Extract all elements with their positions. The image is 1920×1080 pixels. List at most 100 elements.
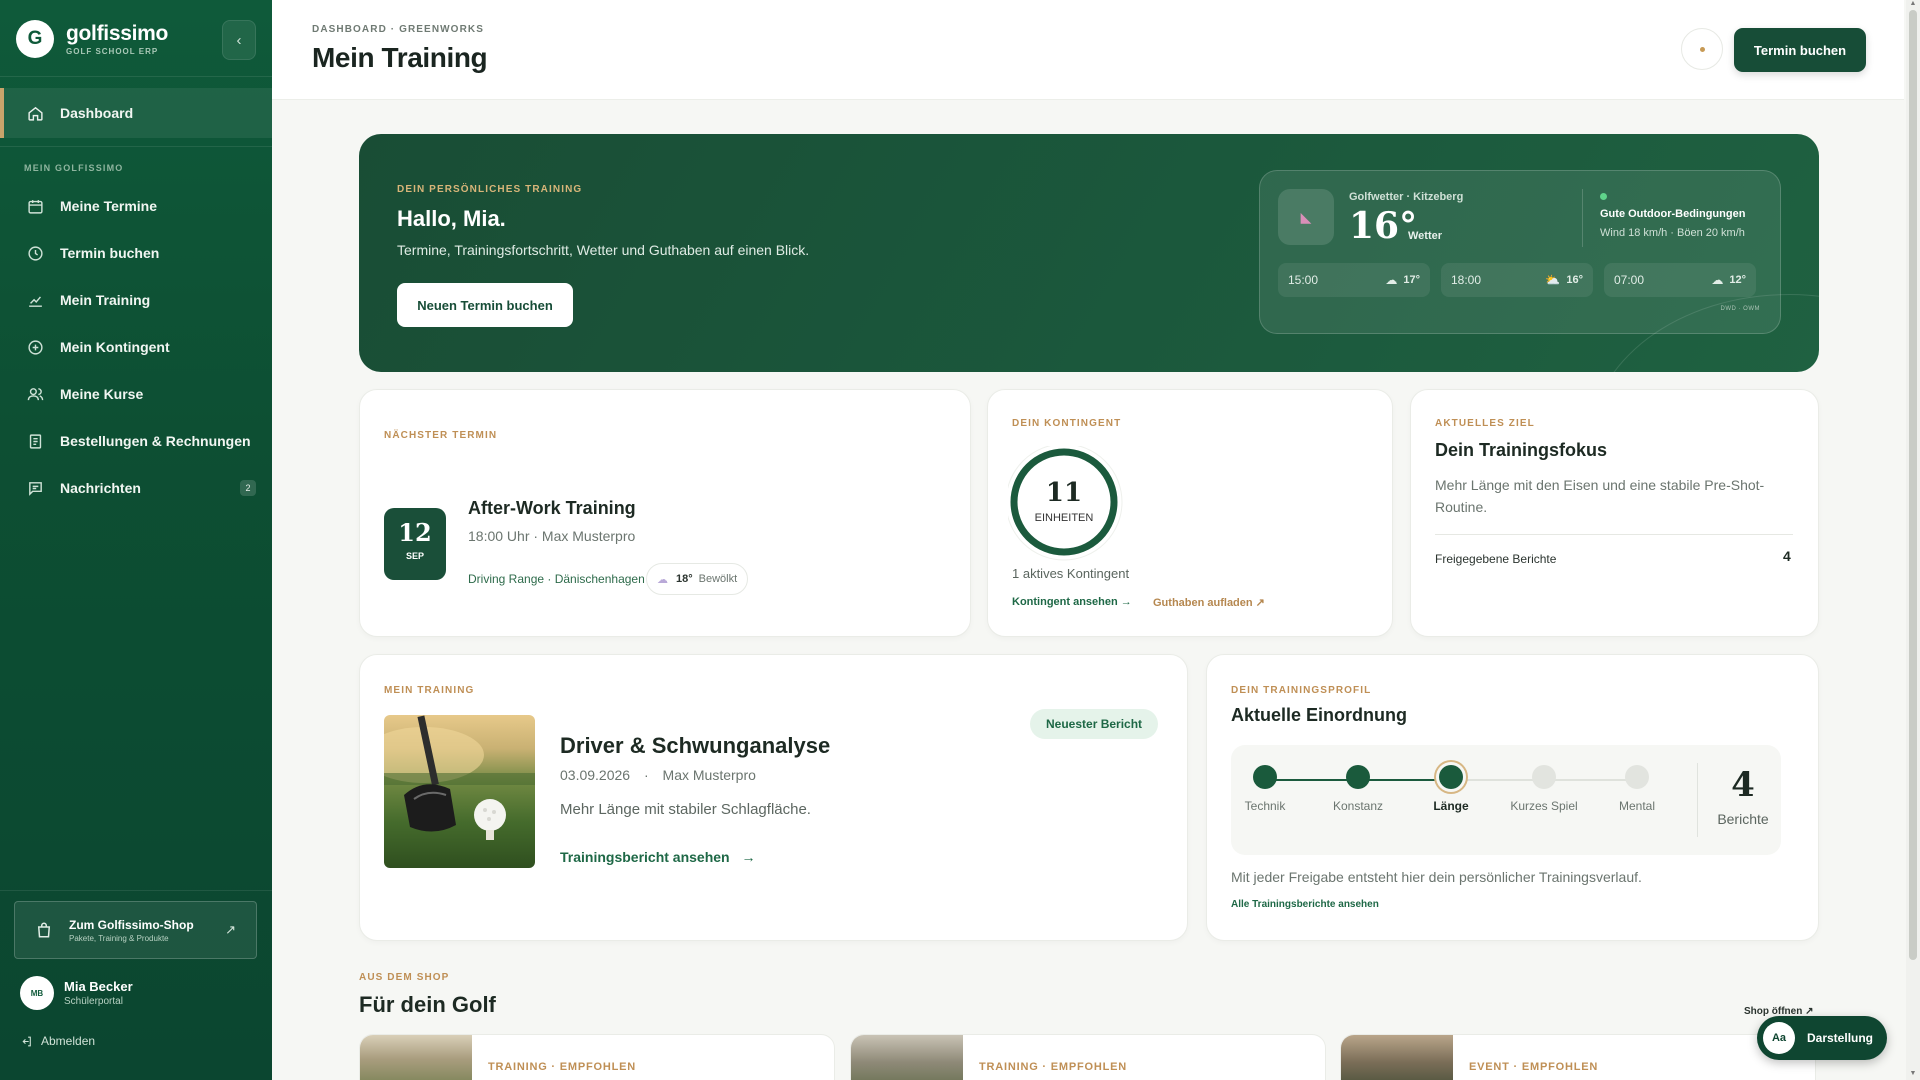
sidebar-item-mein-kontingent[interactable]: Mein Kontingent	[0, 327, 272, 367]
display-settings-button[interactable]: Aa Darstellung	[1757, 1016, 1887, 1060]
sidebar-item-mein-training[interactable]: Mein Training	[0, 280, 272, 320]
step-mental: Mental	[1597, 765, 1677, 813]
sidebar-item-nachrichten[interactable]: Nachrichten 2	[0, 468, 272, 508]
training-meta: 03.09.2026 · Max Musterpro	[560, 767, 756, 783]
book-appointment-button[interactable]: Termin buchen	[1734, 28, 1866, 72]
hero-eyebrow: DEIN PERSÖNLICHES TRAINING	[397, 184, 583, 195]
scrollbar[interactable]: ▲ ▼	[1906, 0, 1920, 1080]
cloud-icon: ☁	[1385, 273, 1398, 287]
user-role: Schülerportal	[64, 996, 123, 1007]
appointment-weather-pill: ☁ 18° Bewölkt	[646, 563, 749, 595]
next-appointment-card[interactable]: NÄCHSTER TERMIN 12 SEP After-Work Traini…	[359, 389, 971, 637]
user-profile[interactable]: MB Mia Becker Schülerportal	[20, 976, 133, 1010]
step-label: Konstanz	[1332, 799, 1384, 813]
cloud-icon: ☁	[657, 573, 668, 586]
newest-report-badge: Neuester Bericht	[1030, 709, 1159, 739]
forecast-temp: 17°	[1403, 274, 1420, 286]
weather-status: Gute Outdoor-Bedingungen	[1600, 208, 1746, 220]
view-contingent-link[interactable]: Kontingent ansehen →	[1012, 596, 1132, 608]
step-label: Kurzes Spiel	[1510, 799, 1578, 813]
sidebar-item-dashboard[interactable]: Dashboard	[0, 88, 272, 138]
product-tag: TRAINING · EMPFOHLEN	[979, 1061, 1127, 1073]
divider	[1697, 763, 1698, 837]
step-label: Technik	[1244, 799, 1286, 813]
active-contingent-text: 1 aktives Kontingent	[1012, 566, 1130, 581]
scrollbar-thumb[interactable]	[1909, 10, 1917, 960]
sidebar-item-meine-kurse[interactable]: Meine Kurse	[0, 374, 272, 414]
sidebar-item-label: Nachrichten	[60, 480, 141, 496]
hero-title: Hallo, Mia.	[397, 206, 506, 231]
sidebar-item-label: Meine Termine	[60, 198, 157, 214]
date-month: SEP	[405, 551, 424, 561]
sidebar-item-label: Mein Training	[60, 292, 151, 308]
nav-section-label: MEIN GOLFISSIMO	[24, 163, 124, 173]
product-image	[851, 1035, 963, 1080]
divider	[0, 146, 272, 147]
training-title: Driver & Schwunganalyse	[560, 733, 831, 758]
divider	[0, 76, 272, 77]
step-dot-icon	[1253, 765, 1277, 789]
weather-temperature: 16°	[1349, 205, 1418, 247]
view-training-report-link[interactable]: Trainingsbericht ansehen →	[560, 849, 756, 865]
step-dot-icon	[1625, 765, 1649, 789]
step-konstanz: Konstanz	[1318, 765, 1398, 813]
new-appointment-button[interactable]: Neuen Termin buchen	[397, 283, 573, 327]
home-icon	[26, 104, 44, 122]
logout-button[interactable]: Abmelden	[20, 1034, 95, 1048]
released-reports-label: Freigegebene Berichte	[1435, 552, 1557, 566]
card-eyebrow: MEIN TRAINING	[384, 685, 475, 696]
weather-widget: ◣ Golfwetter · Kitzeberg 16° Wetter Gute…	[1259, 170, 1781, 334]
brand[interactable]: G golfissimo GOLF SCHOOL ERP	[16, 19, 168, 59]
brand-subtitle: GOLF SCHOOL ERP	[66, 46, 159, 56]
notification-button[interactable]	[1681, 28, 1723, 70]
training-description: Mehr Länge mit stabiler Schlagfläche.	[560, 801, 811, 818]
weather-icon: ◣	[1278, 189, 1334, 245]
forecast-time: 18:00	[1451, 273, 1482, 287]
logout-label: Abmelden	[41, 1034, 96, 1048]
sidebar-item-label: Meine Kurse	[60, 386, 144, 402]
step-label: Mental	[1618, 799, 1656, 813]
card-eyebrow: NÄCHSTER TERMIN	[384, 430, 498, 441]
all-reports-link[interactable]: Alle Trainingsberichte ansehen	[1231, 899, 1379, 910]
shop-title: Für dein Golf	[359, 992, 496, 1017]
golf-club-ball-image	[384, 715, 535, 840]
chevron-left-icon: ‹	[236, 31, 242, 49]
appointment-weather-temp: 18°	[676, 573, 693, 585]
forecast-temp: 16°	[1566, 274, 1583, 286]
training-profile-card: DEIN TRAININGSPROFIL Aktuelle Einordnung…	[1206, 654, 1819, 941]
product-card[interactable]: TRAINING · EMPFOHLEN	[850, 1034, 1326, 1080]
welcome-hero: DEIN PERSÖNLICHES TRAINING Hallo, Mia. T…	[359, 134, 1819, 372]
shop-link[interactable]: Zum Golfissimo-Shop Pakete, Training & P…	[14, 901, 257, 959]
units-label: EINHEITEN	[1034, 512, 1094, 524]
product-card[interactable]: EVENT · EMPFOHLEN	[1340, 1034, 1816, 1080]
sidebar-item-label: Mein Kontingent	[60, 339, 170, 355]
product-tag: EVENT · EMPFOHLEN	[1469, 1061, 1599, 1073]
scroll-down-icon[interactable]: ▼	[1908, 1070, 1918, 1077]
my-training-card: MEIN TRAINING Neuester Bericht Driver & …	[359, 654, 1188, 941]
scroll-up-icon[interactable]: ▲	[1908, 0, 1918, 7]
step-dot-icon	[1532, 765, 1556, 789]
cloud-icon: ☁	[1711, 273, 1724, 287]
sidebar-item-bestellungen[interactable]: Bestellungen & Rechnungen	[0, 421, 272, 461]
product-card[interactable]: TRAINING · EMPFOHLEN	[359, 1034, 835, 1080]
weather-wind: Wind 18 km/h · Böen 20 km/h	[1600, 227, 1745, 239]
contingent-ring: 11 EINHEITEN	[1005, 443, 1128, 566]
appointment-location: Driving Range · Dänischenhagen	[468, 572, 645, 586]
status-dot-icon	[1600, 193, 1607, 200]
sidebar-item-meine-termine[interactable]: Meine Termine	[0, 186, 272, 226]
divider	[1435, 534, 1793, 535]
receipt-icon	[26, 432, 44, 450]
released-reports-count: 4	[1783, 548, 1791, 564]
weather-source: DWD · OWM	[1720, 306, 1760, 312]
card-eyebrow: DEIN KONTINGENT	[1012, 418, 1122, 429]
reports-label: Berichte	[1717, 811, 1769, 827]
training-image	[384, 715, 535, 868]
collapse-sidebar-button[interactable]: ‹	[222, 20, 256, 60]
external-link-icon: ↗	[225, 922, 236, 937]
page-title: Mein Training	[312, 42, 488, 73]
topup-credit-link[interactable]: Guthaben aufladen ↗	[1153, 596, 1265, 609]
sidebar-item-termin-buchen[interactable]: Termin buchen	[0, 233, 272, 273]
partly-sunny-icon: ⛅	[1545, 273, 1561, 287]
shop-link-title: Zum Golfissimo-Shop	[69, 917, 194, 932]
appointment-subtitle: 18:00 Uhr · Max Musterpro	[468, 528, 636, 544]
